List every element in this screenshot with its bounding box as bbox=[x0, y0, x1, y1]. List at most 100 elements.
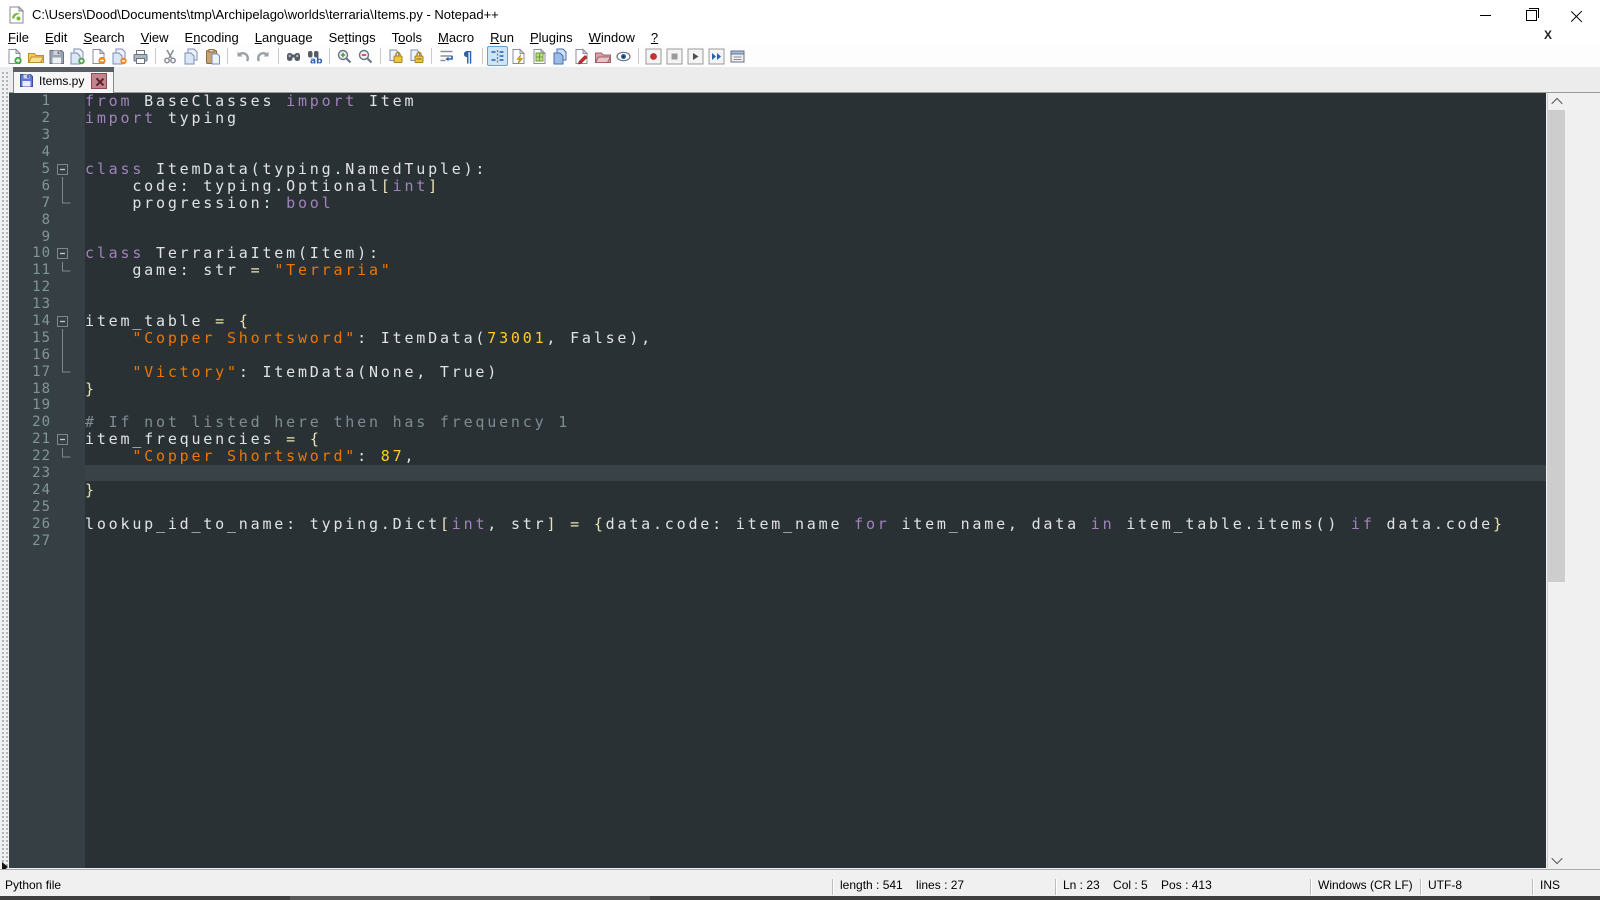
code-line[interactable]: 19 bbox=[9, 397, 1546, 414]
tab-close-icon[interactable] bbox=[91, 73, 107, 89]
indent-guide-icon[interactable] bbox=[487, 46, 508, 66]
code-editor[interactable]: 1from BaseClasses import Item2import typ… bbox=[9, 93, 1546, 868]
line-number: 16 bbox=[9, 347, 51, 363]
code-line[interactable]: 14item_table = { bbox=[9, 313, 1546, 330]
status-divider bbox=[1055, 879, 1056, 895]
menu-macro[interactable]: Macro bbox=[430, 30, 482, 45]
code-line[interactable]: 2import typing bbox=[9, 110, 1546, 127]
fold-margin[interactable] bbox=[51, 161, 85, 178]
save-icon[interactable] bbox=[46, 46, 67, 66]
code-line[interactable]: 26lookup_id_to_name: typing.Dict[int, st… bbox=[9, 515, 1546, 532]
code-line[interactable]: 5class ItemData(typing.NamedTuple): bbox=[9, 161, 1546, 178]
word-wrap-icon[interactable] bbox=[436, 46, 457, 66]
menu-language[interactable]: Language bbox=[247, 30, 321, 45]
sync-vertical-icon[interactable] bbox=[385, 46, 406, 66]
code-line[interactable]: 22 "Copper Shortsword": 87, bbox=[9, 448, 1546, 465]
code-line[interactable]: 8 bbox=[9, 211, 1546, 228]
function-list-icon[interactable] bbox=[508, 46, 529, 66]
code-line[interactable]: 16 bbox=[9, 346, 1546, 363]
code-line[interactable]: 13 bbox=[9, 296, 1546, 313]
close-all-icon[interactable] bbox=[109, 46, 130, 66]
menu-search[interactable]: Search bbox=[75, 30, 132, 45]
code-text: class TerrariaItem(Item): bbox=[85, 244, 381, 262]
menu-settings[interactable]: Settings bbox=[321, 30, 384, 45]
scroll-up-icon[interactable] bbox=[1548, 93, 1565, 110]
code-line[interactable]: 24} bbox=[9, 481, 1546, 498]
new-file-icon[interactable] bbox=[4, 46, 25, 66]
print-icon[interactable] bbox=[130, 46, 151, 66]
menu-window[interactable]: Window bbox=[581, 30, 643, 45]
document-map-icon[interactable] bbox=[529, 46, 550, 66]
menu-file[interactable]: File bbox=[0, 30, 37, 45]
replace-icon[interactable]: ab bbox=[304, 46, 325, 66]
dock-grip[interactable] bbox=[0, 70, 9, 868]
document-list-icon[interactable] bbox=[550, 46, 571, 66]
code-line[interactable]: 11 game: str = "Terraria" bbox=[9, 262, 1546, 279]
menu-edit[interactable]: Edit bbox=[37, 30, 75, 45]
fold-margin[interactable] bbox=[51, 313, 85, 330]
line-number: 11 bbox=[9, 262, 51, 278]
code-line[interactable]: 15 "Copper Shortsword": ItemData(73001, … bbox=[9, 329, 1546, 346]
code-line[interactable]: 1from BaseClasses import Item bbox=[9, 93, 1546, 110]
code-line[interactable]: 9 bbox=[9, 228, 1546, 245]
show-all-chars-icon[interactable]: ¶ bbox=[457, 46, 478, 66]
status-insert-mode[interactable]: INS bbox=[1540, 878, 1560, 892]
macro-record-icon[interactable] bbox=[643, 46, 664, 66]
status-eol-format[interactable]: Windows (CR LF) bbox=[1318, 878, 1413, 892]
toolbar-separator bbox=[380, 48, 381, 64]
code-line[interactable]: 23 bbox=[9, 465, 1546, 482]
redo-icon[interactable] bbox=[253, 46, 274, 66]
menu-tools[interactable]: Tools bbox=[384, 30, 430, 45]
menu-run[interactable]: Run bbox=[482, 30, 522, 45]
vertical-scrollbar[interactable] bbox=[1547, 93, 1565, 868]
monitoring-icon[interactable] bbox=[613, 46, 634, 66]
code-line[interactable]: 10class TerrariaItem(Item): bbox=[9, 245, 1546, 262]
save-all-icon[interactable] bbox=[67, 46, 88, 66]
toolbar-separator bbox=[431, 48, 432, 64]
open-file-icon[interactable] bbox=[25, 46, 46, 66]
minimize-button[interactable] bbox=[1462, 0, 1508, 30]
macro-save-icon[interactable] bbox=[727, 46, 748, 66]
code-line[interactable]: 25 bbox=[9, 498, 1546, 515]
restore-button[interactable] bbox=[1508, 0, 1554, 30]
code-line[interactable]: 21item_frequencies = { bbox=[9, 431, 1546, 448]
code-line[interactable]: 17 "Victory": ItemData(None, True) bbox=[9, 363, 1546, 380]
macro-play-icon[interactable] bbox=[685, 46, 706, 66]
zoom-in-icon[interactable] bbox=[334, 46, 355, 66]
code-line[interactable]: 18} bbox=[9, 380, 1546, 397]
document-close-icon[interactable]: X bbox=[1544, 28, 1552, 42]
menu-help[interactable]: ? bbox=[643, 30, 666, 45]
scroll-down-icon[interactable] bbox=[1548, 851, 1565, 868]
code-line[interactable]: 3 bbox=[9, 127, 1546, 144]
cut-icon[interactable] bbox=[160, 46, 181, 66]
code-line[interactable]: 12 bbox=[9, 279, 1546, 296]
code-line[interactable]: 7 progression: bool bbox=[9, 194, 1546, 211]
status-encoding[interactable]: UTF-8 bbox=[1428, 878, 1462, 892]
copy-icon[interactable] bbox=[181, 46, 202, 66]
undo-icon[interactable] bbox=[232, 46, 253, 66]
fold-margin[interactable] bbox=[51, 431, 85, 448]
code-line[interactable]: 4 bbox=[9, 144, 1546, 161]
line-number: 8 bbox=[9, 212, 51, 228]
zoom-out-icon[interactable] bbox=[355, 46, 376, 66]
edit-marker-icon[interactable] bbox=[571, 46, 592, 66]
close-button[interactable] bbox=[1554, 0, 1600, 30]
fold-margin bbox=[51, 194, 85, 211]
sync-horizontal-icon[interactable] bbox=[406, 46, 427, 66]
menu-plugins[interactable]: Plugins bbox=[522, 30, 581, 45]
paste-icon[interactable] bbox=[202, 46, 223, 66]
code-line[interactable]: 20# If not listed here then has frequenc… bbox=[9, 414, 1546, 431]
tab-items-py[interactable]: Items.py bbox=[13, 67, 114, 93]
scrollbar-thumb[interactable] bbox=[1548, 110, 1565, 582]
close-icon[interactable] bbox=[88, 46, 109, 66]
macro-stop-icon[interactable] bbox=[664, 46, 685, 66]
folder-workspace-icon[interactable] bbox=[592, 46, 613, 66]
menu-view[interactable]: View bbox=[133, 30, 177, 45]
menu-encoding[interactable]: Encoding bbox=[177, 30, 247, 45]
fold-margin[interactable] bbox=[51, 245, 85, 262]
find-icon[interactable] bbox=[283, 46, 304, 66]
code-line[interactable]: 6 code: typing.Optional[int] bbox=[9, 177, 1546, 194]
code-text: import typing bbox=[85, 109, 239, 127]
macro-run-multiple-icon[interactable] bbox=[706, 46, 727, 66]
code-line[interactable]: 27 bbox=[9, 532, 1546, 549]
